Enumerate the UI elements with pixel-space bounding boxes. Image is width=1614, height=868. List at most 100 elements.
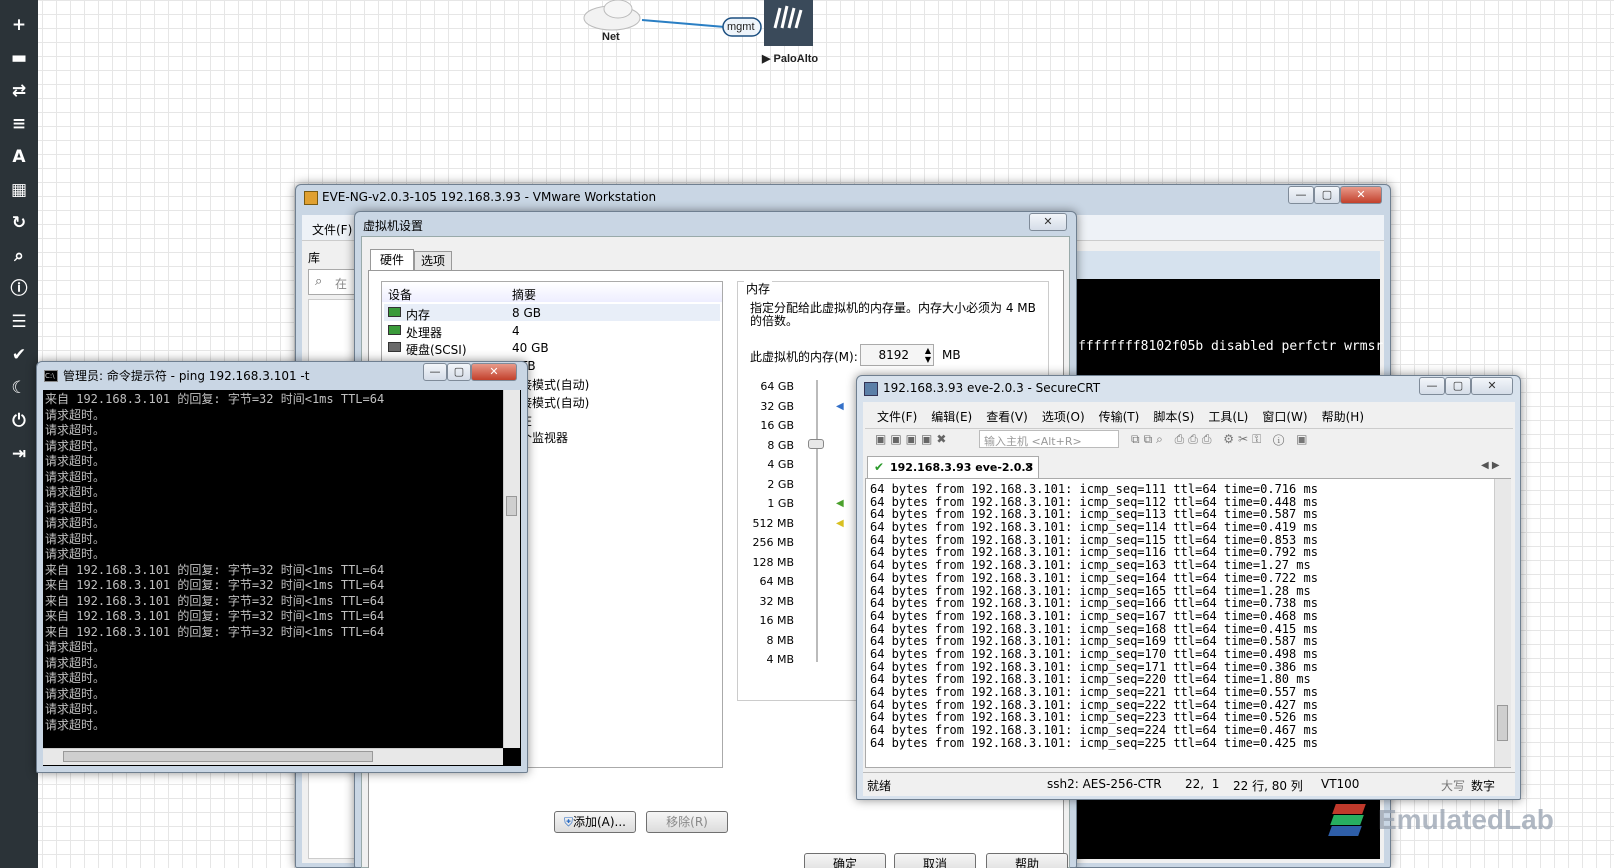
cancel-button[interactable]: 取消 (894, 853, 976, 868)
memory-scale-label: 8 MB (766, 633, 794, 647)
crt-menu-item[interactable]: 文件(F) (877, 410, 917, 424)
tab-hardware[interactable]: 硬件 (370, 249, 414, 271)
terminal-output-line: 64 bytes from 192.168.3.101: icmp_seq=22… (870, 685, 1318, 699)
crt-menu-item[interactable]: 查看(V) (986, 410, 1028, 424)
text-icon[interactable]: A (0, 142, 38, 172)
cloud-icon[interactable] (583, 0, 641, 31)
crt-scroll-thumb[interactable] (1497, 705, 1508, 741)
cmd-vertical-scrollbar[interactable] (503, 390, 520, 748)
crt-minimize-button[interactable]: — (1419, 377, 1445, 395)
ok-button[interactable]: 确定 (804, 853, 886, 868)
power-icon[interactable]: ⏻ (0, 406, 38, 436)
session-tab[interactable]: ✔ 192.168.3.93 eve-2.0.3 ✕ (867, 456, 1039, 478)
logout-icon[interactable]: ⇥ (0, 439, 38, 469)
tab-options[interactable]: 选项 (414, 251, 452, 271)
console-line: ffffffff8102f05b disabled perfctr wrmsr (1078, 339, 1384, 354)
grid-icon[interactable]: ▦ (0, 175, 38, 205)
cmd-close-button[interactable]: ✕ (471, 363, 517, 381)
toolbar-edit-icons[interactable]: ⧉⧉⌕ ⎙⎙⎙ ⚙✂⚿ ⓘ ▣ (1131, 432, 1311, 447)
minimize-button[interactable]: — (1288, 186, 1314, 204)
vm-settings-close-button[interactable]: ✕ (1029, 213, 1067, 231)
crt-vertical-scrollbar[interactable] (1494, 479, 1511, 767)
cmd-output-line: 请求超时。 (45, 485, 106, 499)
crt-menu-item[interactable]: 窗口(W) (1262, 410, 1307, 424)
cmd-horizontal-scrollbar[interactable] (43, 748, 503, 765)
shield-icon: ⛨ (563, 815, 573, 829)
cmd-console[interactable]: 来自 192.168.3.101 的回复: 字节=32 时间<1ms TTL=6… (43, 390, 521, 766)
cmd-output-line: 请求超时。 (45, 655, 106, 670)
device-name: 硬盘(SCSI) (406, 343, 467, 358)
memory-slider-thumb[interactable] (808, 439, 824, 449)
guest-min-marker-icon: ◀ (836, 518, 844, 529)
refresh-icon[interactable]: ↻ (0, 208, 38, 238)
tab-scroll-arrows-icon[interactable]: ◀ ▶ (1481, 460, 1500, 471)
cmd-window: C:\ 管理员: 命令提示符 - ping 192.168.3.101 -t —… (36, 361, 528, 773)
crt-menu-item[interactable]: 传输(T) (1099, 410, 1140, 424)
crt-menu-item[interactable]: 工具(L) (1208, 410, 1248, 424)
session-tab-close-icon[interactable]: ✕ (1024, 460, 1034, 474)
cmd-maximize-button[interactable]: ▢ (447, 363, 471, 381)
securecrt-client: 文件(F) 编辑(E) 查看(V) 选项(O) 传输(T) 脚本(S) 工具(L) 窗口(W)… (863, 402, 1515, 796)
memory-description: 指定分配给此虚拟机的内存量。内存大小必须为 4 MB 的倍数。 (750, 301, 1036, 328)
emulatedlab-logo-icon (1328, 804, 1370, 838)
cmd-output-line: 请求超时。 (45, 702, 106, 716)
cmd-titlebar[interactable]: C:\ 管理员: 命令提示符 - ping 192.168.3.101 -t —… (37, 362, 527, 388)
link-label: mgmt (727, 21, 755, 33)
list-icon[interactable]: ☰ (0, 307, 38, 337)
device-summary: 接模式(自动) (520, 378, 590, 393)
memory-group-label: 内存 (744, 280, 773, 297)
maximize-button[interactable]: ▢ (1314, 186, 1340, 204)
plus-icon[interactable]: + (0, 10, 38, 40)
host-input[interactable]: 输入主机 <Alt+R> (979, 430, 1119, 448)
info-icon[interactable]: ⓘ (0, 274, 38, 304)
menu-file[interactable]: 文件(F) (312, 221, 352, 238)
memory-field-label: 此虚拟机的内存(M): (750, 350, 858, 364)
crt-menu-item[interactable]: 选项(O) (1042, 410, 1085, 424)
memory-spinbox[interactable]: 8192 ▲ ▼ (860, 344, 934, 366)
memory-scale-label: 64 MB (759, 575, 794, 588)
drive-icon[interactable]: ▬ (0, 43, 38, 73)
transfer-icon[interactable]: ⇄ (0, 76, 38, 106)
cmd-output-line: 来自 192.168.3.101 的回复: 字节=32 时间<1ms TTL=6… (45, 624, 385, 639)
memory-slider-track[interactable] (816, 380, 818, 662)
network-link[interactable] (641, 19, 726, 28)
memory-scale-label: 256 MB (752, 536, 794, 549)
vm-settings-titlebar[interactable]: 虚拟机设置 ✕ (355, 212, 1076, 238)
crt-menu-item[interactable]: 脚本(S) (1153, 410, 1194, 424)
toolbar-connect-icons[interactable]: ▣▣▣▣✖ (875, 432, 950, 446)
moon-icon[interactable]: ☾ (0, 373, 38, 403)
help-button[interactable]: 帮助 (986, 853, 1068, 868)
device-row[interactable]: 硬盘(SCSI) 40 GB (384, 339, 720, 358)
crt-terminal[interactable]: 64 bytes from 192.168.3.101: icmp_seq=11… (865, 478, 1511, 768)
crt-maximize-button[interactable]: ▢ (1445, 377, 1471, 395)
crt-close-button[interactable]: ✕ (1471, 377, 1513, 395)
securecrt-titlebar[interactable]: 192.168.3.93 eve-2.0.3 - SecureCRT — ▢ ✕ (857, 376, 1520, 402)
device-label[interactable]: ▶ PaloAlto (762, 52, 818, 65)
cmd-minimize-button[interactable]: — (423, 363, 447, 381)
vmware-title: EVE-NG-v2.0.3-105 192.168.3.93 - VMware … (322, 190, 657, 204)
spinner-arrows-icon[interactable]: ▲ ▼ (925, 346, 931, 364)
memory-scale-label: 4 MB (766, 653, 794, 666)
zoom-icon[interactable]: ⌕ (0, 241, 38, 271)
vmware-titlebar[interactable]: EVE-NG-v2.0.3-105 192.168.3.93 - VMware … (296, 185, 1390, 211)
terminal-output-line: 64 bytes from 192.168.3.101: icmp_seq=22… (870, 735, 1318, 750)
crt-menu-item[interactable]: 帮助(H) (1322, 410, 1364, 424)
crt-toolbar: ▣▣▣▣✖ 输入主机 <Alt+R> ⧉⧉⌕ ⎙⎙⎙ ⚙✂⚿ ⓘ ▣ (865, 428, 1513, 450)
library-label: 库 (308, 251, 321, 265)
recommended-marker-icon: ◀ (836, 498, 844, 509)
remove-button[interactable]: 移除(R) (646, 811, 728, 833)
add-button[interactable]: ⛨添加(A)... (554, 811, 636, 833)
cmd-output-line: 请求超时。 (45, 516, 106, 530)
cmd-hscroll-thumb[interactable] (63, 751, 373, 762)
crt-menu-item[interactable]: 编辑(E) (931, 410, 972, 424)
vmware-app-icon (304, 191, 318, 205)
align-left-icon[interactable]: ≡ (0, 109, 38, 139)
device-row[interactable]: 内存 8 GB (384, 304, 720, 322)
cmd-scroll-thumb[interactable] (506, 496, 517, 516)
library-search[interactable]: ⌕ 在 (308, 269, 356, 295)
paloalto-device-icon[interactable] (764, 0, 813, 46)
device-name: 处理器 (406, 325, 443, 340)
close-button[interactable]: ✕ (1340, 186, 1382, 204)
device-row[interactable]: 处理器 4 (384, 322, 720, 340)
check-icon[interactable]: ✔ (0, 340, 38, 370)
